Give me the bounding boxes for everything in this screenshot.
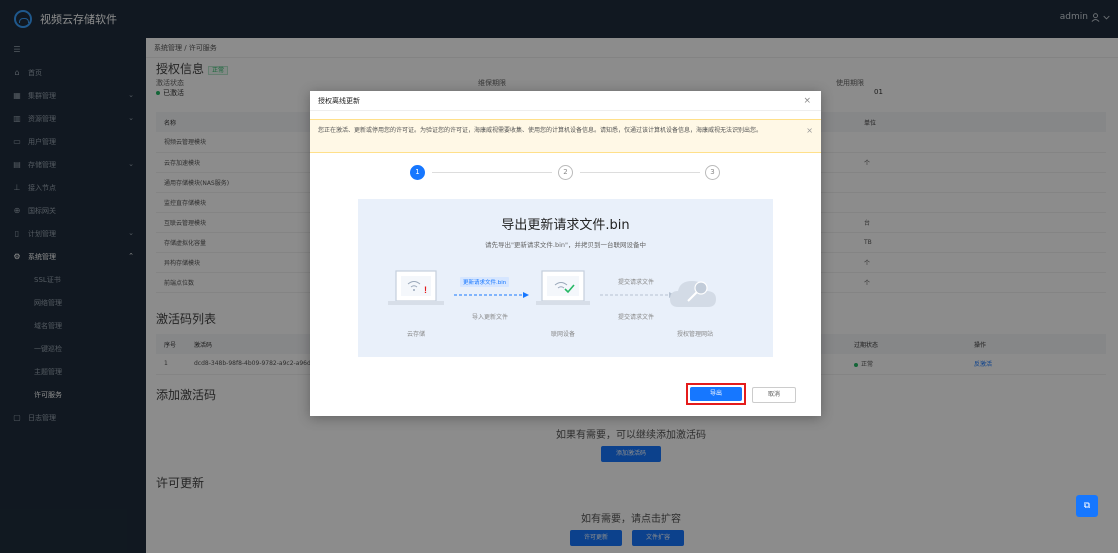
- arrow-right-icon: [454, 292, 529, 298]
- step-connector: [432, 172, 552, 173]
- modal-title: 授权离线更新: [318, 97, 360, 105]
- modal-header: 授权离线更新 ×: [310, 91, 821, 111]
- send-label: 提交请求文件: [617, 314, 654, 321]
- laptop-check-icon: [536, 270, 590, 305]
- flow-diagram: 导出更新请求文件.bin 请先导出"更新请求文件.bin"，并拷贝到一台联网设备…: [358, 199, 773, 357]
- svg-text:!: !: [424, 285, 427, 295]
- monitor-icon: !: [388, 270, 444, 305]
- privacy-alert: 您正在激活、更新或停用您的许可证。为验证您的许可证，海康威视需要收集、使用您的计…: [310, 119, 821, 153]
- offline-update-modal: 授权离线更新 × 您正在激活、更新或停用您的许可证。为验证您的许可证，海康威视需…: [310, 91, 821, 416]
- step-2: 2: [558, 165, 573, 180]
- cancel-button[interactable]: 取消: [752, 387, 796, 403]
- step-3: 3: [705, 165, 720, 180]
- node-device-label: 联网设备: [550, 331, 575, 338]
- step-1: 1: [410, 165, 425, 180]
- arrow-right-icon: [600, 292, 675, 298]
- import-label: 导入更新文件: [471, 314, 508, 321]
- export-button[interactable]: 导出: [690, 387, 742, 401]
- step-indicator: 1 2 3: [410, 165, 720, 181]
- close-icon[interactable]: ×: [806, 125, 813, 136]
- close-icon[interactable]: ×: [803, 91, 811, 111]
- flow-tag: 更新请求文件.bin: [460, 277, 510, 287]
- step-connector: [580, 172, 700, 173]
- upload-label: 提交请求文件: [617, 279, 654, 286]
- alert-text: 您正在激活、更新或停用您的许可证。为验证您的许可证，海康威视需要收集、使用您的计…: [318, 127, 763, 134]
- node-cloud-label: 云存储: [406, 331, 425, 338]
- cloud-key-icon: [670, 281, 716, 307]
- export-button-highlight: 导出: [686, 383, 746, 405]
- node-server-label: 授权管理网站: [676, 331, 713, 338]
- external-link-icon[interactable]: ⧉: [1076, 495, 1098, 517]
